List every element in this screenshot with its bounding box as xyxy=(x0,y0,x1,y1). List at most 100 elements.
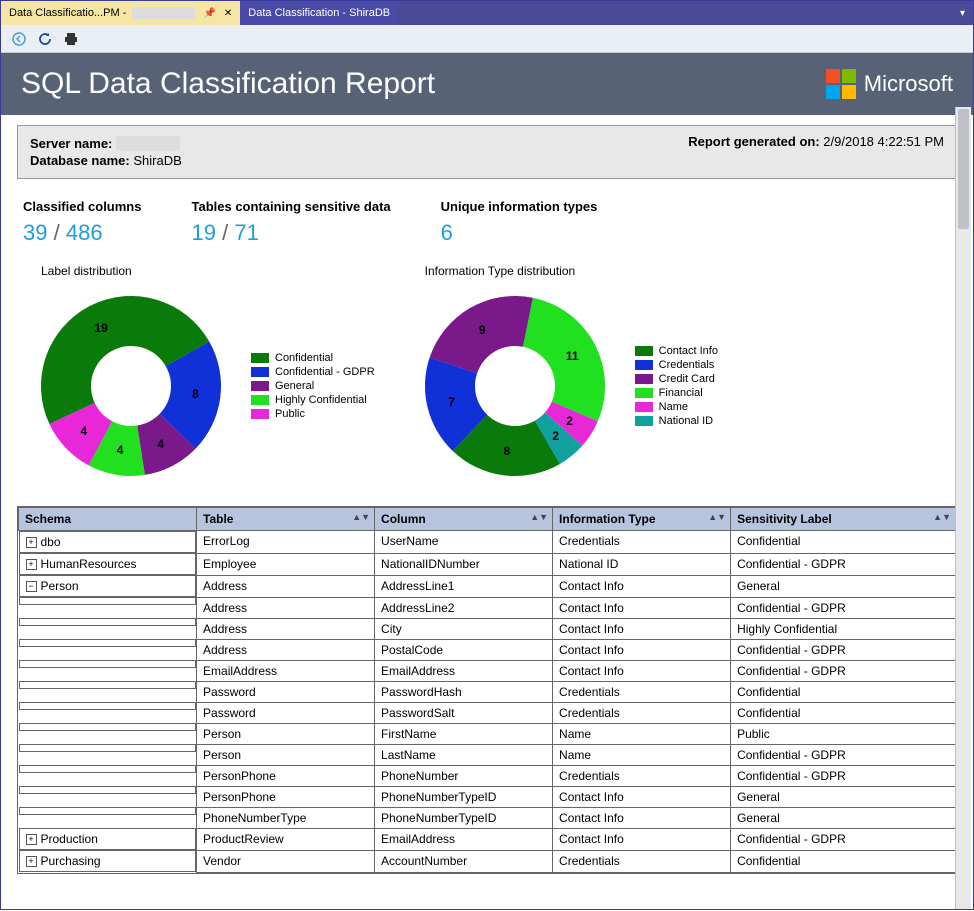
table-row[interactable]: +HumanResourcesEmployeeNationalIDNumberN… xyxy=(19,553,956,575)
sensitivity-label: General xyxy=(731,575,956,597)
legend-item: Highly Confidential xyxy=(251,394,375,406)
column-name: FirstName xyxy=(375,723,553,744)
table-row[interactable]: −PersonAddressAddressLine1Contact InfoGe… xyxy=(19,575,956,597)
legend-item: Credentials xyxy=(635,359,718,371)
column-header[interactable]: Information Type▲▼ xyxy=(553,508,731,531)
close-icon[interactable]: ✕ xyxy=(224,8,232,19)
slice-value: 19 xyxy=(94,321,107,335)
column-name: PostalCode xyxy=(375,639,553,660)
legend-item: Public xyxy=(251,408,375,420)
table-row[interactable]: PersonFirstNameNamePublic xyxy=(19,723,956,744)
sort-icon[interactable]: ▲▼ xyxy=(530,512,548,522)
legend-item: National ID xyxy=(635,415,718,427)
column-header[interactable]: Schema xyxy=(19,508,197,531)
table-name: PhoneNumberType xyxy=(197,807,375,828)
table-row[interactable]: AddressAddressLine2Contact InfoConfident… xyxy=(19,597,956,618)
collapse-icon[interactable]: − xyxy=(26,581,37,592)
slice-value: 2 xyxy=(552,429,559,443)
table-name: ErrorLog xyxy=(197,531,375,554)
legend-label: Highly Confidential xyxy=(275,394,367,406)
sensitivity-label: Highly Confidential xyxy=(731,618,956,639)
refresh-icon[interactable] xyxy=(37,31,53,47)
sensitivity-label: Confidential - GDPR xyxy=(731,660,956,681)
slice-value: 9 xyxy=(479,323,486,337)
info-type: National ID xyxy=(553,553,731,575)
server-name-value xyxy=(116,136,180,151)
info-type: Credentials xyxy=(553,702,731,723)
database-name-value: ShiraDB xyxy=(133,153,181,168)
column-header[interactable]: Column▲▼ xyxy=(375,508,553,531)
legend-label: Financial xyxy=(659,387,703,399)
info-type: Credentials xyxy=(553,765,731,786)
vertical-scrollbar[interactable] xyxy=(955,107,971,909)
table-row[interactable]: PersonPhonePhoneNumberCredentialsConfide… xyxy=(19,765,956,786)
table-row[interactable]: AddressCityContact InfoHighly Confidenti… xyxy=(19,618,956,639)
sensitivity-label: Confidential xyxy=(731,681,956,702)
sort-icon[interactable]: ▲▼ xyxy=(708,512,726,522)
column-header[interactable]: Table▲▼ xyxy=(197,508,375,531)
table-name: Password xyxy=(197,702,375,723)
server-name-label: Server name: xyxy=(30,136,112,151)
slice-value: 2 xyxy=(566,414,573,428)
sort-icon[interactable]: ▲▼ xyxy=(933,512,951,522)
sensitivity-label: Confidential - GDPR xyxy=(731,553,956,575)
legend-label: Public xyxy=(275,408,305,420)
legend-swatch xyxy=(635,388,653,398)
expand-icon[interactable]: + xyxy=(26,559,37,570)
legend-item: Confidential xyxy=(251,352,375,364)
info-type: Contact Info xyxy=(553,786,731,807)
table-row[interactable]: AddressPostalCodeContact InfoConfidentia… xyxy=(19,639,956,660)
report-header: SQL Data Classification Report Microsoft xyxy=(1,53,973,115)
info-type: Contact Info xyxy=(553,575,731,597)
print-icon[interactable] xyxy=(63,31,79,47)
sensitivity-label: General xyxy=(731,786,956,807)
expand-icon[interactable]: + xyxy=(26,834,37,845)
table-name: Address xyxy=(197,575,375,597)
column-name: PhoneNumberTypeID xyxy=(375,786,553,807)
column-name: PhoneNumberTypeID xyxy=(375,807,553,828)
chart-infotype-distribution: Information Type distribution 8791122 Co… xyxy=(415,264,718,486)
column-name: NationalIDNumber xyxy=(375,553,553,575)
column-name: EmailAddress xyxy=(375,660,553,681)
scrollbar-thumb[interactable] xyxy=(958,109,969,229)
sort-icon[interactable]: ▲▼ xyxy=(352,512,370,522)
database-name-label: Database name: xyxy=(30,153,130,168)
table-row[interactable]: PersonPhonePhoneNumberTypeIDContact Info… xyxy=(19,786,956,807)
table-row[interactable]: +dboErrorLogUserNameCredentialsConfident… xyxy=(19,531,956,554)
table-name: Address xyxy=(197,597,375,618)
pin-icon[interactable]: 📌 xyxy=(203,8,215,19)
table-row[interactable]: PasswordPasswordHashCredentialsConfident… xyxy=(19,681,956,702)
schema-name: dbo xyxy=(41,535,61,549)
tab-active[interactable]: Data Classificatio...PM - 📌 ✕ xyxy=(1,1,240,25)
column-header[interactable]: Sensitivity Label▲▼ xyxy=(731,508,956,531)
table-row[interactable]: +PurchasingVendorAccountNumberCredential… xyxy=(19,850,956,872)
legend-swatch xyxy=(635,374,653,384)
table-row[interactable]: PhoneNumberTypePhoneNumberTypeIDContact … xyxy=(19,807,956,828)
column-name: PasswordHash xyxy=(375,681,553,702)
column-name: AddressLine1 xyxy=(375,575,553,597)
table-row[interactable]: EmailAddressEmailAddressContact InfoConf… xyxy=(19,660,956,681)
slice-value: 11 xyxy=(566,349,579,363)
slice-value: 8 xyxy=(192,387,199,401)
column-name: UserName xyxy=(375,531,553,554)
tab-inactive[interactable]: Data Classification - ShiraDB xyxy=(240,1,398,25)
table-row[interactable]: +ProductionProductReviewEmailAddressCont… xyxy=(19,828,956,850)
chart-label-distribution: Label distribution 198444 ConfidentialCo… xyxy=(31,264,375,486)
tab-overflow-icon[interactable]: ▾ xyxy=(952,8,973,19)
back-icon[interactable] xyxy=(11,31,27,47)
table-row[interactable]: PasswordPasswordSaltCredentialsConfident… xyxy=(19,702,956,723)
expand-icon[interactable]: + xyxy=(26,856,37,867)
legend-swatch xyxy=(251,409,269,419)
tab-sublabel xyxy=(132,7,195,19)
slice-value: 7 xyxy=(448,395,455,409)
slice-value: 4 xyxy=(117,443,124,457)
info-type: Credentials xyxy=(553,681,731,702)
report-toolbar xyxy=(1,25,973,53)
table-name: Vendor xyxy=(197,850,375,872)
table-row[interactable]: PersonLastNameNameConfidential - GDPR xyxy=(19,744,956,765)
tab-label: Data Classificatio...PM - xyxy=(9,7,126,19)
legend-swatch xyxy=(251,367,269,377)
sensitivity-label: Confidential - GDPR xyxy=(731,765,956,786)
expand-icon[interactable]: + xyxy=(26,537,37,548)
sensitivity-label: Public xyxy=(731,723,956,744)
